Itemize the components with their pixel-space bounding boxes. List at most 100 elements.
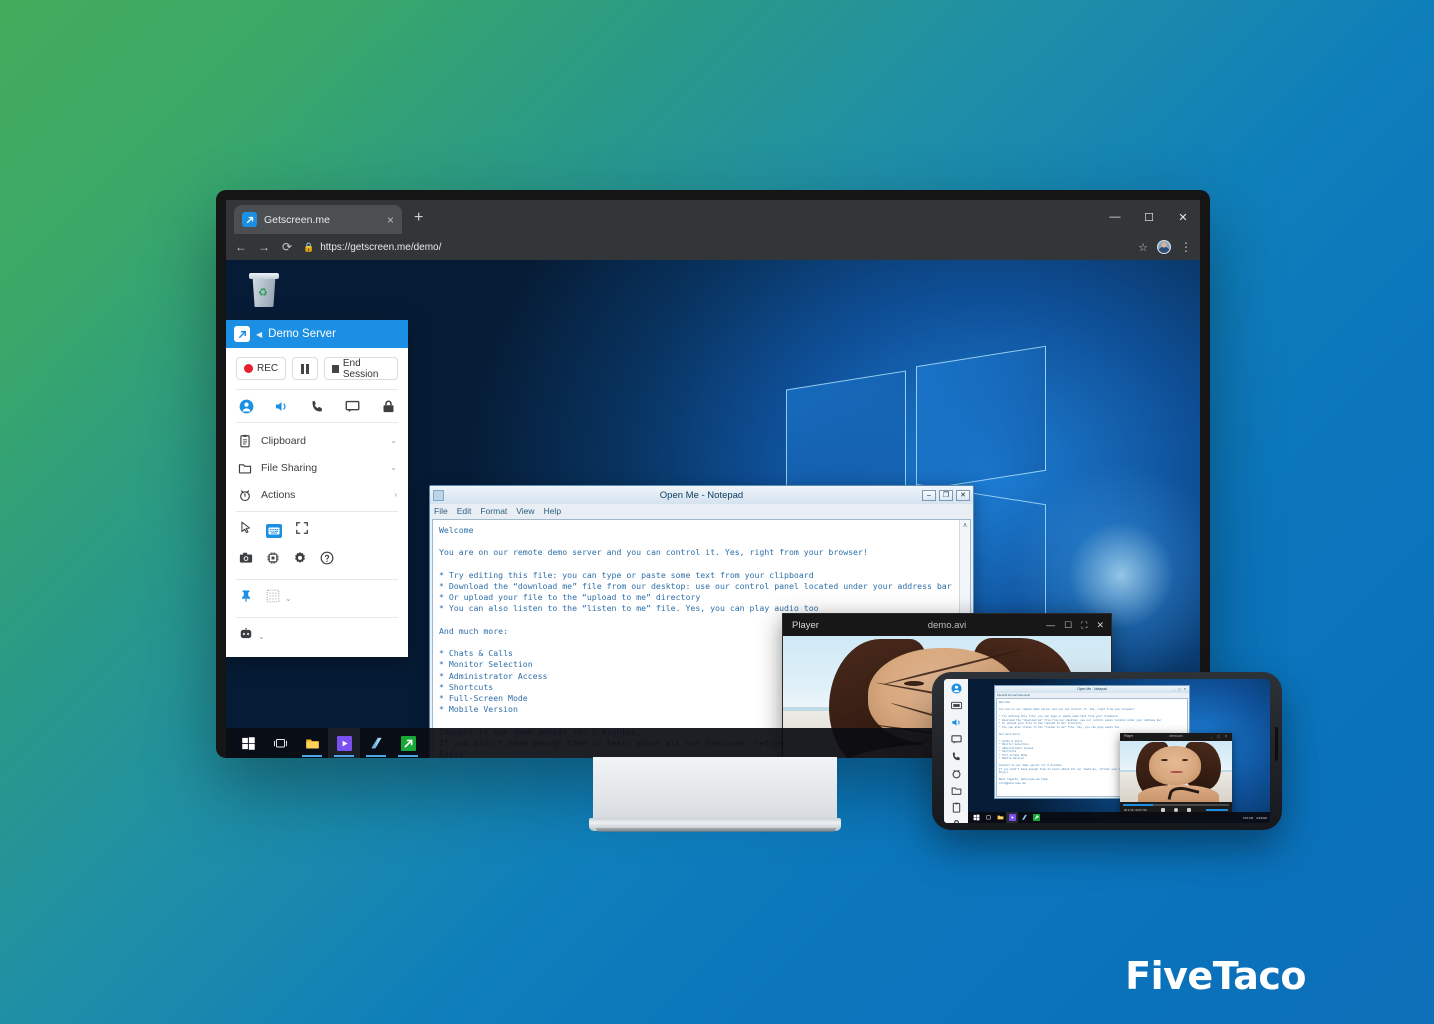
menu-help[interactable]: Help: [544, 506, 561, 516]
menu-item-clipboard[interactable]: Clipboard ⌄: [226, 427, 408, 454]
phone-media-player-window[interactable]: Player demo.avi _ ◻ ✕ 00:2:16 / 00:07:56: [1120, 733, 1232, 817]
grid-icon[interactable]: [266, 589, 280, 608]
minimize-icon[interactable]: —: [1098, 200, 1132, 234]
close-icon[interactable]: ✕: [956, 489, 970, 501]
panel-header[interactable]: ◀ Demo Server: [226, 320, 408, 348]
menu-file[interactable]: File: [434, 506, 448, 516]
new-tab-button[interactable]: +: [414, 210, 423, 226]
start-button[interactable]: [970, 812, 982, 823]
browser-tabstrip: Getscreen.me × + — ☐ ✕: [226, 200, 1200, 234]
minimize-icon[interactable]: –: [922, 489, 936, 501]
phone-notepad-title: Open Me - Notepad: [1077, 687, 1107, 691]
monitor-neck: [593, 757, 837, 820]
menu-format[interactable]: Format: [480, 506, 507, 516]
menu-item-actions[interactable]: Actions ›: [226, 481, 408, 508]
start-button[interactable]: [232, 728, 264, 758]
phone-player-video[interactable]: [1120, 741, 1232, 802]
clipboard-icon[interactable]: [950, 802, 962, 813]
folder-icon[interactable]: [950, 785, 962, 796]
phone-player-volume[interactable]: [1206, 809, 1228, 811]
phone-icon[interactable]: [950, 751, 962, 762]
chat-icon[interactable]: [950, 734, 962, 745]
menu-label: File Sharing: [261, 461, 318, 474]
close-icon[interactable]: ✕: [1096, 620, 1104, 631]
pause-button[interactable]: [292, 357, 319, 380]
end-session-button[interactable]: End Session: [324, 357, 398, 380]
getscreen-button[interactable]: [1030, 812, 1042, 823]
chevron-right-icon[interactable]: ›: [394, 490, 397, 499]
chevron-down-icon[interactable]: ⌄: [258, 632, 265, 641]
phone-player-seek[interactable]: [1123, 804, 1229, 806]
mobile-phone-device: Open Me - Notepad _ ◻ ✕ File Edit Format…: [932, 672, 1282, 830]
address-bar[interactable]: 🔒 https://getscreen.me/demo/: [303, 242, 1129, 253]
chevron-down-icon[interactable]: ⌄: [285, 594, 292, 603]
collapse-caret-icon[interactable]: ◀: [256, 330, 262, 339]
record-label: REC: [257, 363, 279, 374]
minimize-icon[interactable]: —: [1046, 620, 1055, 630]
notepad-button[interactable]: [360, 728, 392, 758]
keyboard-icon[interactable]: [950, 700, 962, 711]
cursor-icon[interactable]: [239, 521, 253, 540]
user-icon[interactable]: [238, 398, 254, 414]
record-dot-icon: [244, 364, 253, 373]
phone-notepad-window-buttons[interactable]: _ ◻ ✕: [1174, 687, 1187, 691]
phone-player-window-buttons[interactable]: _ ◻ ✕: [1211, 734, 1229, 738]
close-icon[interactable]: ✕: [1166, 200, 1200, 234]
file-explorer-button[interactable]: [296, 728, 328, 758]
actions-icon[interactable]: [950, 768, 962, 779]
menu-dots-icon[interactable]: ⋮: [1180, 241, 1192, 254]
menu-item-file-sharing[interactable]: File Sharing ⌄: [226, 454, 408, 481]
chevron-down-icon[interactable]: ⌄: [390, 436, 397, 445]
browser-chrome: Getscreen.me × + — ☐ ✕ ← → ⟳ 🔒 https://g…: [226, 200, 1200, 260]
menu-edit[interactable]: Edit: [457, 506, 472, 516]
phone-icon[interactable]: [309, 398, 325, 414]
fivetaco-logo: FiveTaco: [1125, 954, 1306, 998]
phone-notepad-titlebar: Open Me - Notepad _ ◻ ✕: [995, 686, 1189, 693]
file-explorer-button[interactable]: [994, 812, 1006, 823]
notepad-button[interactable]: [1018, 812, 1030, 823]
lock-icon[interactable]: [380, 398, 396, 414]
browser-tab-getscreen[interactable]: Getscreen.me ×: [234, 205, 402, 234]
getscreen-control-panel: ◀ Demo Server REC End Session Clipboard …: [226, 320, 408, 657]
camera-icon[interactable]: [239, 551, 253, 570]
monitor-base-foot: [596, 828, 836, 832]
user-icon[interactable]: [950, 683, 962, 694]
session-buttons-row: REC End Session: [226, 348, 408, 389]
keyboard-icon[interactable]: [266, 523, 282, 538]
cpu-icon[interactable]: [266, 551, 280, 570]
fullscreen-icon[interactable]: ⛶: [1081, 620, 1087, 631]
task-view-button[interactable]: [982, 812, 994, 823]
media-player-button[interactable]: [328, 728, 360, 758]
maximize-icon[interactable]: ☐: [1132, 200, 1166, 234]
pin-icon[interactable]: [239, 589, 253, 608]
speaker-icon[interactable]: [950, 717, 962, 728]
robot-icon[interactable]: [239, 627, 253, 646]
bookmark-star-icon[interactable]: ☆: [1138, 241, 1148, 254]
media-player-button[interactable]: [1006, 812, 1018, 823]
getscreen-arrow-icon: [242, 212, 257, 227]
help-icon[interactable]: [320, 551, 334, 570]
recycle-bin-icon[interactable]: ♻: [247, 271, 281, 311]
record-button[interactable]: REC: [236, 357, 287, 380]
phone-system-tray: 3:50 AM 4/3/2020: [1243, 812, 1267, 823]
gear-icon[interactable]: [293, 551, 307, 570]
lock-icon[interactable]: [950, 819, 962, 823]
avatar[interactable]: [1157, 240, 1171, 254]
maximize-icon[interactable]: ☐: [1064, 620, 1072, 631]
chevron-down-icon[interactable]: ⌄: [390, 463, 397, 472]
chat-icon[interactable]: [345, 398, 361, 414]
tab-title: Getscreen.me: [264, 213, 330, 226]
getscreen-button[interactable]: [392, 728, 424, 758]
task-view-button[interactable]: [264, 728, 296, 758]
panel-tool-row-4: ⌄: [226, 618, 408, 657]
maximize-icon[interactable]: ❐: [939, 489, 953, 501]
back-icon[interactable]: ←: [234, 240, 248, 254]
folder-icon: [237, 460, 252, 475]
scroll-up-icon[interactable]: ∧: [960, 520, 970, 529]
fullscreen-icon[interactable]: [295, 521, 309, 540]
menu-view[interactable]: View: [516, 506, 534, 516]
close-icon[interactable]: ×: [387, 214, 394, 226]
speaker-icon[interactable]: [274, 398, 290, 414]
forward-icon[interactable]: →: [257, 240, 271, 254]
reload-icon[interactable]: ⟳: [280, 240, 294, 254]
